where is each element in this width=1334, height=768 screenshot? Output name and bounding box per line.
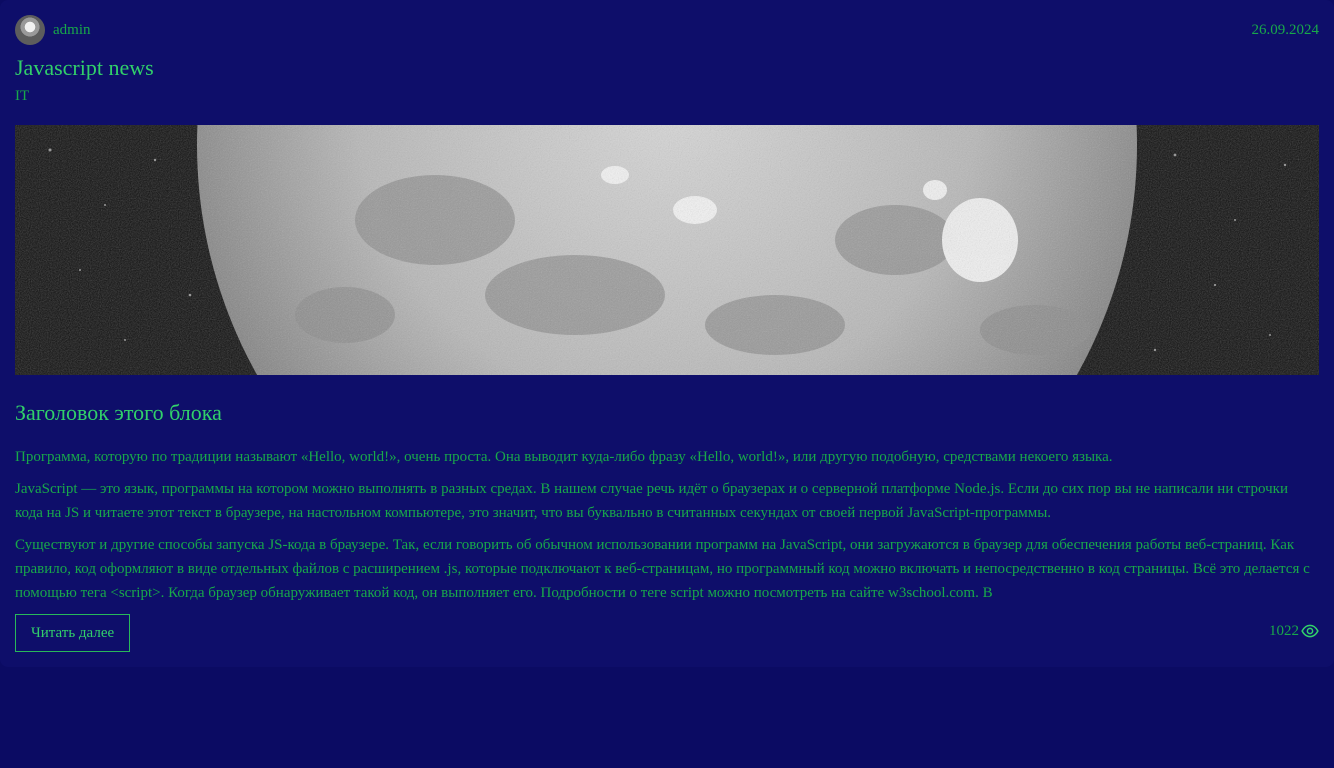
author-name[interactable]: admin: [53, 22, 91, 39]
read-more-button[interactable]: Читать далее: [15, 614, 131, 652]
post-excerpt: Программа, которую по традиции называют …: [15, 445, 1319, 602]
excerpt-paragraph-2: JavaScript — это язык, программы на кото…: [15, 481, 1288, 521]
excerpt-paragraph-3: Существуют и другие способы запуска JS-к…: [15, 537, 1310, 601]
author-info[interactable]: admin: [15, 15, 91, 45]
excerpt-paragraph-1: Программа, которую по традиции называют …: [15, 449, 1113, 465]
post-meta: admin 26.09.2024: [15, 15, 1319, 45]
post-image: [15, 125, 1319, 375]
views-count: 1022: [1269, 622, 1299, 639]
section-heading: Заголовок этого блока: [15, 400, 222, 425]
post-card: admin 26.09.2024 Javascript news IT Заго…: [0, 0, 1334, 667]
post-category[interactable]: IT: [15, 88, 29, 105]
eye-icon: [1301, 622, 1319, 640]
user-avatar[interactable]: [15, 15, 45, 45]
post-date: 26.09.2024: [1251, 21, 1320, 38]
views-counter: 1022: [1269, 622, 1319, 640]
page: admin 26.09.2024 Javascript news IT Заго…: [0, 0, 1334, 768]
moon-image: [15, 125, 1319, 375]
post-title[interactable]: Javascript news: [15, 55, 154, 81]
